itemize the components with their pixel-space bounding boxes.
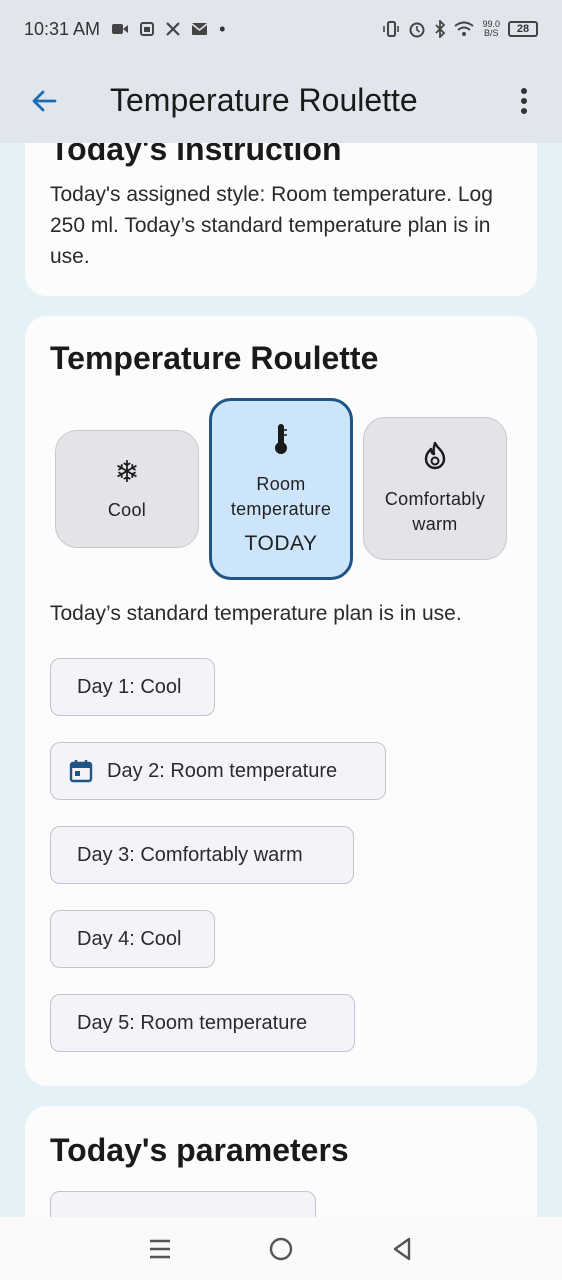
back-button[interactable] [16, 73, 72, 129]
scroll-content[interactable]: Today's instruction Today's assigned sty… [0, 143, 562, 1217]
menu-icon [150, 1239, 171, 1258]
snowflake-icon: ❄ [114, 455, 140, 489]
status-right: 99.0 B/S 28 [382, 20, 538, 38]
day-chip-3[interactable]: Day 3: Comfortably warm [50, 826, 354, 884]
day-chip-5[interactable]: Day 5: Room temperature [50, 994, 355, 1052]
parameters-card: Today's parameters [25, 1106, 537, 1217]
speed-unit: B/S [483, 28, 499, 38]
today-badge: TODAY [244, 532, 318, 555]
bluetooth-icon [434, 20, 446, 38]
wifi-icon [454, 21, 475, 37]
status-left: 10:31 AM • [24, 19, 225, 40]
vibrate-icon [382, 21, 400, 37]
style-option-comfortably-warm[interactable]: Comfortably warm [363, 417, 507, 560]
back-triangle-icon [393, 1237, 410, 1260]
day-chip-label: Day 1: Cool [77, 675, 182, 698]
style-option-room-temperature[interactable]: Room temperature TODAY [209, 398, 353, 580]
home-button[interactable] [251, 1224, 311, 1274]
system-nav-bar [0, 1217, 562, 1280]
alarm-icon [408, 20, 426, 38]
day-chip-label: Day 2: Room temperature [107, 759, 338, 782]
home-circle-icon [269, 1237, 293, 1260]
x-app-icon [166, 22, 180, 36]
more-vert-icon [521, 87, 527, 114]
instruction-heading: Today's instruction [50, 143, 342, 167]
arrow-back-icon [32, 90, 57, 111]
day-chip-label: Day 4: Cool [77, 927, 182, 950]
instruction-text: Today's assigned style: Room temperature… [50, 183, 493, 268]
day-chip-2[interactable]: Day 2: Room temperature [50, 742, 386, 800]
day-chip-4[interactable]: Day 4: Cool [50, 910, 215, 968]
app-bar: Temperature Roulette [0, 58, 562, 143]
video-icon [112, 23, 129, 35]
app-title: Temperature Roulette [110, 82, 418, 118]
status-time: 10:31 AM [24, 18, 101, 39]
style-option-label: Room temperature [230, 474, 332, 519]
notification-dot: • [219, 18, 226, 39]
back-nav-button[interactable] [372, 1224, 432, 1274]
calendar-status-icon [140, 22, 155, 36]
thermometer-icon [272, 422, 290, 464]
day-chip-label: Day 3: Comfortably warm [77, 843, 303, 866]
style-option-label: Cool [107, 499, 147, 520]
instruction-card: Today's instruction Today's assigned sty… [25, 143, 537, 296]
calendar-icon [69, 759, 93, 783]
style-option-label: Comfortably warm [384, 488, 486, 534]
mail-icon [192, 23, 208, 35]
more-options-button[interactable] [500, 73, 548, 129]
parameters-heading: Today's parameters [50, 1132, 349, 1168]
plan-status-text: Today’s standard temperature plan is in … [50, 602, 462, 625]
battery-icon: 28 [508, 21, 538, 37]
parameter-chip[interactable] [50, 1191, 316, 1217]
recents-button[interactable] [130, 1224, 190, 1274]
roulette-heading: Temperature Roulette [50, 340, 379, 376]
status-bar: 10:31 AM • 99.0 B/S 28 [0, 0, 562, 58]
day-chip-1[interactable]: Day 1: Cool [50, 658, 215, 716]
style-option-cool[interactable]: ❄ Cool [55, 430, 199, 548]
network-speed: 99.0 B/S [482, 20, 500, 38]
flame-icon [422, 441, 448, 479]
day-chip-label: Day 5: Room temperature [77, 1011, 308, 1034]
roulette-card: Temperature Roulette ❄ Cool Room tempera… [25, 316, 537, 1086]
